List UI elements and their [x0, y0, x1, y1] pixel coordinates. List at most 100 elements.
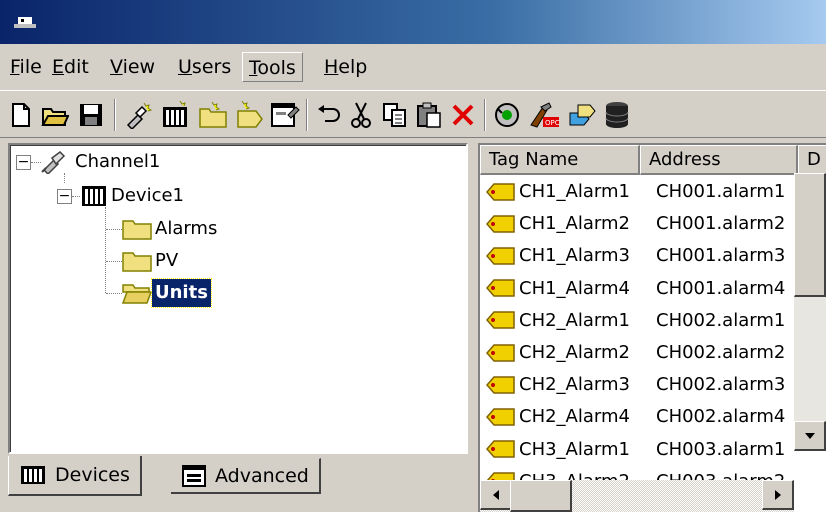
- tree-node-channel[interactable]: Channel1: [40, 148, 163, 176]
- menu-tools[interactable]: Tools: [242, 52, 303, 82]
- tag-name-cell: CH1_Alarm2: [519, 213, 630, 235]
- toolbar-separator-2: [306, 99, 308, 131]
- table-row[interactable]: CH1_Alarm3 CH001.alarm3: [480, 241, 785, 270]
- tab-label: Advanced: [215, 464, 309, 487]
- table-row[interactable]: CH3_Alarm1 CH003.alarm1: [480, 435, 785, 464]
- tag-name-cell: CH3_Alarm1: [519, 438, 630, 460]
- channel-icon: [41, 151, 66, 174]
- horizontal-scrollbar[interactable]: [480, 480, 794, 512]
- address-cell: CH002.alarm3: [656, 374, 786, 396]
- tab-devices[interactable]: Devices: [8, 456, 142, 496]
- tag-icon: [486, 214, 515, 233]
- hscroll-thumb[interactable]: [510, 480, 572, 512]
- cut-icon[interactable]: [344, 98, 378, 132]
- tree-line: [106, 261, 122, 262]
- tree-node-alarms[interactable]: Alarms: [122, 215, 220, 243]
- new-device-icon[interactable]: [158, 98, 192, 132]
- menu-bar: File Edit View Users Tools Help: [0, 44, 826, 90]
- table-row[interactable]: CH2_Alarm4 CH002.alarm4: [480, 402, 785, 431]
- table-row[interactable]: CH2_Alarm2 CH002.alarm2: [480, 338, 785, 367]
- undo-icon[interactable]: [312, 98, 346, 132]
- table-row[interactable]: CH2_Alarm3 CH002.alarm3: [480, 370, 785, 399]
- delete-icon[interactable]: [446, 98, 480, 132]
- scroll-right-button[interactable]: [762, 480, 794, 510]
- opc-icon[interactable]: OPC: [528, 98, 562, 132]
- address-cell: CH002.alarm4: [656, 406, 786, 428]
- arrow-down-icon: [804, 432, 815, 439]
- tree-label-device: Device1: [111, 185, 185, 206]
- collapse-device-toggle[interactable]: −: [57, 189, 72, 204]
- tree-line: [72, 196, 80, 197]
- save-icon[interactable]: [74, 98, 108, 132]
- tree-line: [106, 293, 122, 294]
- new-tag-icon[interactable]: [232, 98, 266, 132]
- tab-label: Devices: [55, 464, 130, 486]
- address-cell: CH001.alarm3: [656, 245, 786, 267]
- tag-icon: [486, 343, 515, 362]
- tree-line: [64, 173, 65, 183]
- tree-node-pv[interactable]: PV: [122, 247, 181, 275]
- table-row[interactable]: CH1_Alarm2 CH001.alarm2: [480, 209, 785, 238]
- tag-icon: [486, 182, 515, 201]
- toolbar-separator-3: [484, 99, 486, 131]
- list-header: Tag Name Address D: [480, 145, 826, 175]
- tree-node-units[interactable]: Units: [122, 278, 212, 308]
- advanced-icon: [182, 464, 206, 487]
- device-icon: [82, 186, 106, 206]
- paste-icon[interactable]: [412, 98, 446, 132]
- address-cell: CH001.alarm2: [656, 213, 786, 235]
- menu-help[interactable]: Help: [318, 52, 373, 82]
- tag-icon: [486, 375, 515, 394]
- open-folder-icon: [122, 284, 152, 304]
- menu-view[interactable]: View: [104, 52, 161, 82]
- tree-node-device[interactable]: Device1: [80, 182, 187, 210]
- properties-icon[interactable]: [268, 98, 302, 132]
- tag-name-cell: CH1_Alarm4: [519, 277, 630, 299]
- device-icon: [21, 466, 45, 484]
- tag-icon: [486, 440, 515, 458]
- tag-browse-icon[interactable]: [566, 98, 600, 132]
- database-icon[interactable]: [600, 98, 634, 132]
- folder-icon: [122, 252, 152, 272]
- tag-icon: [486, 247, 515, 265]
- arrow-right-icon: [774, 489, 781, 500]
- vertical-scrollbar[interactable]: [794, 173, 826, 451]
- scroll-thumb[interactable]: [794, 173, 826, 297]
- collapse-channel-toggle[interactable]: −: [16, 155, 31, 170]
- copy-icon[interactable]: [378, 98, 412, 132]
- address-cell: CH002.alarm2: [656, 342, 786, 363]
- menu-users[interactable]: Users: [172, 52, 237, 82]
- quick-client-icon[interactable]: [490, 98, 524, 132]
- new-icon[interactable]: [4, 98, 38, 132]
- tag-name-cell: CH2_Alarm3: [519, 374, 630, 396]
- tree-line: [106, 229, 122, 230]
- column-header-description[interactable]: D: [798, 145, 826, 175]
- address-cell: CH001.alarm4: [656, 277, 786, 299]
- menu-edit[interactable]: Edit: [46, 52, 95, 82]
- scroll-down-button[interactable]: [794, 421, 826, 451]
- tag-icon: [486, 279, 515, 297]
- tag-name-cell: CH2_Alarm1: [519, 309, 630, 331]
- title-bar: [0, 0, 826, 44]
- table-row[interactable]: CH1_Alarm4 CH001.alarm4: [480, 274, 785, 303]
- tree-label-group: Units: [151, 278, 212, 308]
- folder-icon: [122, 220, 152, 240]
- tag-list[interactable]: Tag Name Address D CH1_Alarm1 CH001.alarm…: [478, 143, 826, 512]
- tag-name-cell: CH2_Alarm2: [519, 342, 630, 363]
- address-cell: CH002.alarm1: [656, 309, 786, 331]
- tab-advanced[interactable]: Advanced: [171, 458, 321, 494]
- menu-file[interactable]: File: [4, 52, 48, 82]
- tag-name-cell: CH1_Alarm3: [519, 245, 630, 267]
- column-header-tag-name[interactable]: Tag Name: [480, 145, 640, 175]
- table-row[interactable]: CH1_Alarm1 CH001.alarm1: [480, 177, 785, 206]
- tag-icon: [486, 408, 515, 426]
- arrow-left-icon: [492, 489, 499, 500]
- column-header-address[interactable]: Address: [640, 145, 798, 175]
- open-icon[interactable]: [38, 98, 72, 132]
- new-channel-icon[interactable]: [120, 98, 154, 132]
- scroll-left-button[interactable]: [480, 480, 512, 510]
- table-row[interactable]: CH2_Alarm1 CH002.alarm1: [480, 306, 785, 335]
- new-group-icon[interactable]: [196, 98, 230, 132]
- device-tree[interactable]: − Channel1 − Device1 Alarms PV Units: [8, 143, 468, 454]
- tree-line: [105, 207, 106, 293]
